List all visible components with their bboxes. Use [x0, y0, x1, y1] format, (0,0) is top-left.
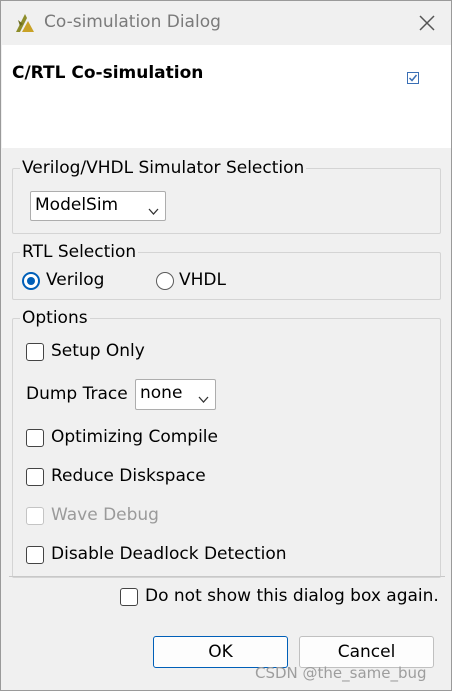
chevron-down-icon: [148, 201, 159, 221]
optimizing-compile-checkbox[interactable]: [26, 429, 44, 447]
simulator-select[interactable]: ModelSim: [30, 191, 166, 221]
vhdl-label: VHDL: [179, 270, 226, 290]
reduce-diskspace-label: Reduce Diskspace: [51, 466, 206, 486]
verilog-label: Verilog: [46, 270, 105, 290]
optimizing-compile-label: Optimizing Compile: [51, 427, 218, 447]
dump-trace-select[interactable]: none: [135, 379, 216, 410]
rtl-group-label: RTL Selection: [20, 242, 139, 262]
title-bar: Co-simulation Dialog: [1, 1, 451, 45]
header-panel: C/RTL Co-simulation: [2, 45, 451, 148]
xilinx-logo-icon: [14, 12, 36, 34]
disable-deadlock-label: Disable Deadlock Detection: [51, 544, 287, 564]
setup-only-label: Setup Only: [51, 341, 145, 361]
dont-show-checkbox[interactable]: [120, 588, 138, 606]
setup-only-checkbox[interactable]: [26, 343, 44, 361]
reduce-diskspace-checkbox[interactable]: [26, 468, 44, 486]
dont-show-label: Do not show this dialog box again.: [145, 586, 439, 606]
chevron-down-icon: [198, 389, 209, 409]
close-button[interactable]: [411, 7, 443, 39]
footer-separator: [9, 576, 445, 577]
dump-trace-label: Dump Trace: [26, 384, 128, 404]
options-group-label: Options: [20, 308, 90, 328]
cosim-dialog-window: Co-simulation Dialog C/RTL Co-simulation…: [0, 0, 452, 691]
wave-debug-checkbox: [26, 507, 44, 525]
wave-debug-label: Wave Debug: [51, 505, 159, 525]
disable-deadlock-checkbox[interactable]: [26, 546, 44, 564]
header-check-icon: [407, 72, 419, 84]
watermark-text: CSDN @the_same_bug: [255, 664, 427, 682]
dump-trace-value: none: [140, 383, 183, 403]
verilog-radio[interactable]: [22, 272, 40, 290]
header-title: C/RTL Co-simulation: [12, 63, 204, 83]
window-title: Co-simulation Dialog: [44, 12, 221, 32]
simulator-group-label: Verilog/VHDL Simulator Selection: [20, 158, 307, 178]
close-icon: [419, 15, 435, 31]
vhdl-radio[interactable]: [156, 272, 174, 290]
simulator-selected-value: ModelSim: [35, 195, 119, 215]
